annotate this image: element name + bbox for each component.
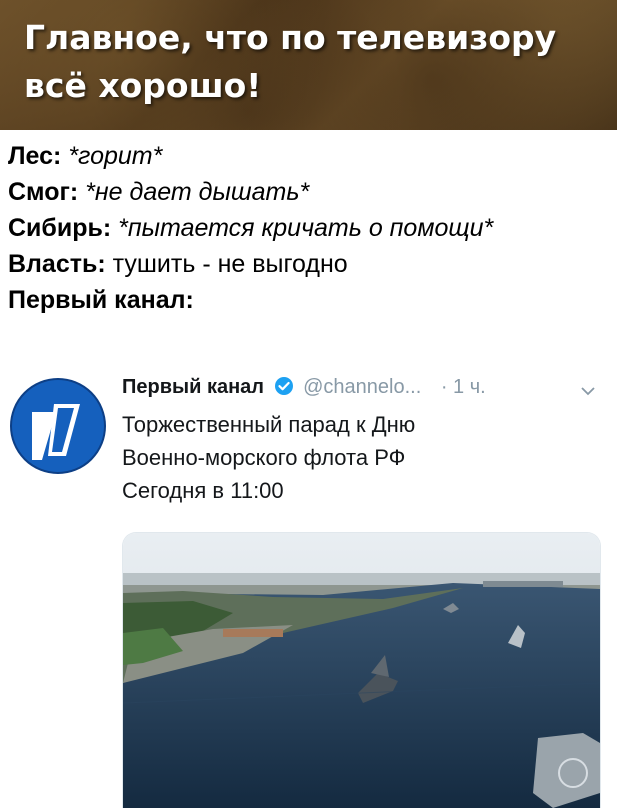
tweet-header: Первый канал @channelo... · 1 ч. — [122, 374, 486, 400]
tweet-text-line: Торжественный парад к Дню — [122, 412, 416, 437]
tweet-media-image[interactable] — [122, 532, 601, 808]
line-smog: Смог: *не дает дышать* — [8, 174, 493, 210]
tweet-text: Торжественный парад к Дню Военно-морског… — [122, 408, 592, 507]
channel-one-logo-avatar[interactable] — [10, 378, 106, 474]
line-value: *горит* — [68, 142, 163, 170]
tweet-handle[interactable]: @channelo... — [303, 376, 421, 398]
line-key: Лес: — [8, 142, 62, 170]
banner-line-2: всё хорошо! — [24, 66, 262, 105]
tweet-text-line: Сегодня в 11:00 — [122, 478, 284, 503]
tweet-text-line: Военно-морского флота РФ — [122, 445, 406, 470]
verified-badge-icon — [274, 377, 293, 395]
line-value: тушить - не выгодно — [112, 250, 348, 278]
chevron-down-icon[interactable] — [580, 386, 596, 396]
line-key: Первый канал: — [8, 286, 194, 314]
line-value: *не дает дышать* — [85, 178, 310, 206]
banner-line-1: Главное, что по телевизору — [24, 18, 557, 57]
line-forest: Лес: *горит* — [8, 138, 493, 174]
tweet-card: Первый канал @channelo... · 1 ч. Торжест… — [0, 360, 617, 808]
line-key: Сибирь: — [8, 214, 112, 242]
line-key: Власть: — [8, 250, 106, 278]
dialog-lines: Лес: *горит* Смог: *не дает дышать* Сиби… — [8, 138, 493, 318]
line-channel-one: Первый канал: — [8, 282, 493, 318]
line-key: Смог: — [8, 178, 79, 206]
naval-parade-photo — [123, 533, 600, 808]
banner-caption: Главное, что по телевизору всё хорошо! — [24, 14, 556, 110]
line-value: *пытается кричать о помощи* — [118, 214, 494, 242]
tweet-time[interactable]: · 1 ч. — [441, 376, 486, 398]
meme-banner: Главное, что по телевизору всё хорошо! — [0, 0, 617, 130]
line-power: Власть: тушить - не выгодно — [8, 246, 493, 282]
tweet-author[interactable]: Первый канал — [122, 376, 264, 398]
line-siberia: Сибирь: *пытается кричать о помощи* — [8, 210, 493, 246]
